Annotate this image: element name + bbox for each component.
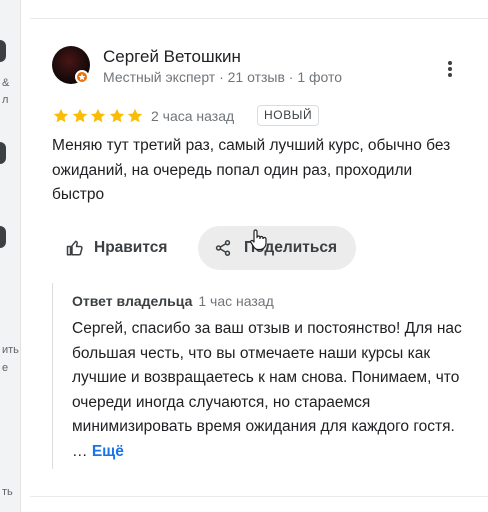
share-button[interactable]: Поделиться (198, 226, 356, 270)
divider (30, 496, 488, 497)
owner-reply: Ответ владельца 1 час назад Сергей, спаси… (52, 283, 463, 469)
new-badge: НОВЫЙ (257, 105, 320, 126)
hand-cursor-icon (250, 229, 267, 251)
share-icon (215, 240, 231, 256)
reply-header: Ответ владельца 1 час назад (72, 293, 274, 309)
local-guide-badge-icon (75, 70, 89, 84)
reply-time: 1 час назад (198, 293, 274, 309)
like-label: Нравится (94, 239, 168, 256)
thumbs-up-icon (66, 240, 83, 256)
divider (30, 18, 488, 19)
panel-text-fragment: л (2, 94, 9, 106)
star-icon (53, 108, 69, 123)
panel-icon (0, 226, 6, 248)
author-meta: Местный эксперт · 21 отзыв · 1 фото (103, 69, 343, 85)
panel-text-fragment: ть (2, 486, 13, 498)
star-icon (72, 108, 87, 123)
star-rating (52, 107, 145, 125)
panel-text-fragment: е (2, 362, 9, 374)
panel-text-fragment: ить (2, 344, 19, 356)
like-button[interactable]: Нравится (54, 226, 179, 270)
star-icon (109, 108, 124, 123)
left-panel-edge: & л ить е ть (0, 0, 21, 512)
author-name[interactable]: Сергей Ветошкин (103, 47, 241, 67)
star-icon (90, 108, 106, 123)
review-time: 2 часа назад (151, 108, 235, 124)
star-icon (127, 108, 143, 123)
read-more-link[interactable]: Ещё (92, 443, 124, 460)
panel-text-fragment: & (2, 77, 10, 89)
reply-title: Ответ владельца (72, 293, 193, 309)
reply-text: Сергей, спасибо за ваш отзыв и постоянст… (72, 320, 462, 460)
dot-icon (448, 61, 452, 65)
dot-icon (448, 73, 452, 77)
dot-icon (448, 67, 452, 71)
panel-icon (0, 142, 6, 164)
review-text: Меняю тут третий раз, самый лучший курс,… (52, 137, 451, 203)
panel-icon (0, 40, 6, 62)
reply-text-container: Сергей, спасибо за ваш отзыв и постоянст… (72, 317, 467, 464)
more-options-button[interactable] (441, 60, 459, 78)
